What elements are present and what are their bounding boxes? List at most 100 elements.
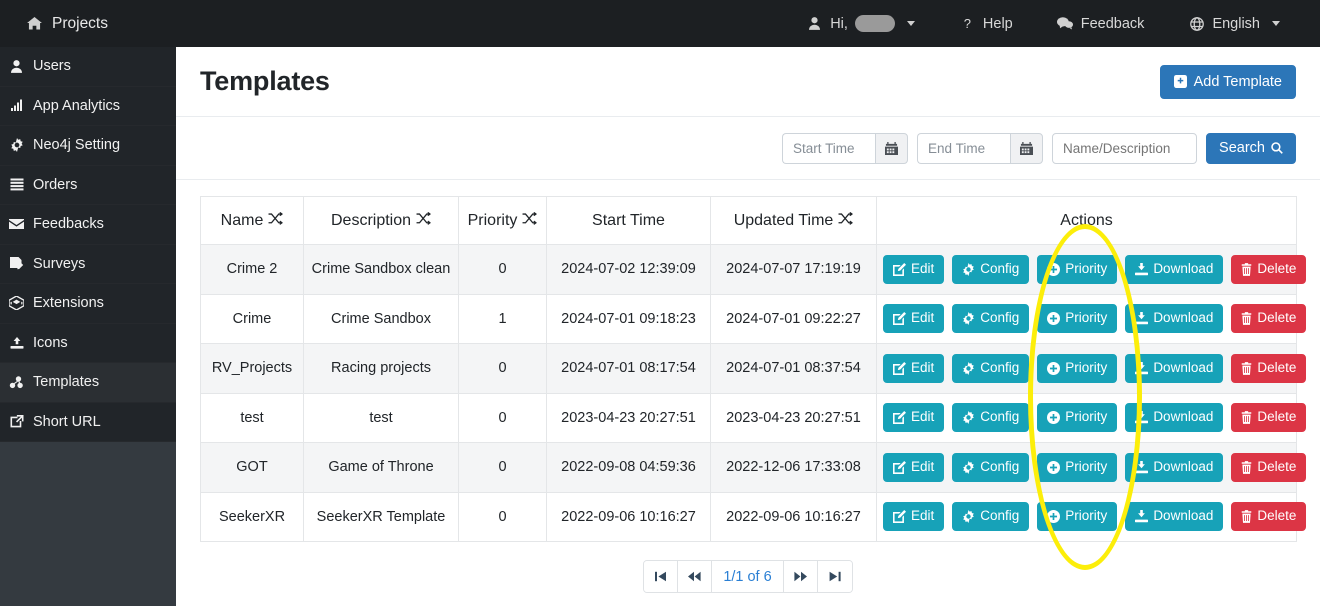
cell-updated-time: 2024-07-01 08:37:54 <box>711 344 877 394</box>
edit-button[interactable]: Edit <box>883 453 944 482</box>
start-time-input[interactable] <box>782 133 875 164</box>
templates-table: NameDescriptionPriorityStart TimeUpdated… <box>200 196 1297 542</box>
config-button[interactable]: Config <box>952 304 1029 333</box>
config-button[interactable]: Config <box>952 453 1029 482</box>
edit-button[interactable]: Edit <box>883 354 944 383</box>
priority-button[interactable]: Priority <box>1037 304 1117 333</box>
trash-icon <box>1241 362 1252 375</box>
search-button[interactable]: Search <box>1206 133 1296 164</box>
priority-button[interactable]: Priority <box>1037 453 1117 482</box>
edit-button-label: Edit <box>911 508 934 525</box>
download-button-label: Download <box>1153 261 1213 278</box>
brand-projects-link[interactable]: Projects <box>0 15 176 33</box>
list-icon <box>8 178 25 191</box>
column-header-label: Start Time <box>592 212 665 229</box>
delete-button[interactable]: Delete <box>1231 453 1306 482</box>
download-button[interactable]: Download <box>1125 502 1223 531</box>
shuffle-sort-icon[interactable] <box>268 212 283 228</box>
download-icon <box>1135 362 1148 375</box>
search-keyword-input[interactable] <box>1052 133 1197 164</box>
sidebar-menu: Users App Analytics Neo4j SettingOrdersFee… <box>0 47 176 442</box>
column-header-updated-time[interactable]: Updated Time <box>711 197 877 245</box>
edit-button[interactable]: Edit <box>883 403 944 432</box>
sidebar-item-feedbacks[interactable]: Feedbacks <box>0 205 176 245</box>
download-button-label: Download <box>1153 310 1213 327</box>
help-link[interactable]: ? Help <box>937 0 1035 47</box>
sidebar: Users App Analytics Neo4j SettingOrdersFee… <box>0 47 176 606</box>
config-button[interactable]: Config <box>952 255 1029 284</box>
column-header-priority[interactable]: Priority <box>459 197 547 245</box>
download-button-label: Download <box>1153 508 1213 525</box>
pagination-prev-button[interactable] <box>678 561 712 592</box>
sidebar-item-orders[interactable]: Orders <box>0 166 176 206</box>
delete-button[interactable]: Delete <box>1231 354 1306 383</box>
config-button[interactable]: Config <box>952 502 1029 531</box>
delete-button-label: Delete <box>1257 360 1296 377</box>
cell-actions: EditConfigPriorityDownloadDelete <box>877 492 1297 542</box>
chevron-down-icon <box>907 21 915 26</box>
delete-button[interactable]: Delete <box>1231 304 1306 333</box>
column-header-label: Updated Time <box>734 212 834 229</box>
table-row: SeekerXRSeekerXR Template02022-09-06 10:… <box>201 492 1297 542</box>
language-label: English <box>1212 16 1260 32</box>
priority-button[interactable]: Priority <box>1037 255 1117 284</box>
sidebar-item-label: App Analytics <box>33 98 120 114</box>
pagination-next-button[interactable] <box>784 561 818 592</box>
config-button-label: Config <box>980 261 1019 278</box>
end-time-group <box>917 133 1043 164</box>
shuffle-sort-icon[interactable] <box>522 212 537 228</box>
sidebar-item-icons[interactable]: Icons <box>0 324 176 364</box>
gear-icon <box>962 461 975 474</box>
shuffle-sort-icon[interactable] <box>416 212 431 228</box>
pagination-first-button[interactable] <box>644 561 678 592</box>
download-button[interactable]: Download <box>1125 403 1223 432</box>
priority-button[interactable]: Priority <box>1037 403 1117 432</box>
delete-button[interactable]: Delete <box>1231 403 1306 432</box>
sidebar-item-users[interactable]: Users <box>0 47 176 87</box>
edit-button[interactable]: Edit <box>883 502 944 531</box>
config-button-label: Config <box>980 459 1019 476</box>
calendar-icon[interactable] <box>875 133 908 164</box>
calendar-icon[interactable] <box>1010 133 1043 164</box>
priority-button[interactable]: Priority <box>1037 354 1117 383</box>
shuffle-sort-icon[interactable] <box>838 212 853 228</box>
end-time-input[interactable] <box>917 133 1010 164</box>
delete-button[interactable]: Delete <box>1231 255 1306 284</box>
download-button[interactable]: Download <box>1125 304 1223 333</box>
sidebar-item-neo4j-setting[interactable]: Neo4j Setting <box>0 126 176 166</box>
download-button[interactable]: Download <box>1125 255 1223 284</box>
sidebar-item-short-url[interactable]: Short URL <box>0 403 176 443</box>
priority-button[interactable]: Priority <box>1037 502 1117 531</box>
priority-button-label: Priority <box>1065 508 1107 525</box>
sidebar-item-app-analytics[interactable]: App Analytics <box>0 87 176 127</box>
feedback-link[interactable]: Feedback <box>1035 0 1167 47</box>
gear-icon <box>962 312 975 325</box>
download-button[interactable]: Download <box>1125 354 1223 383</box>
column-header-description[interactable]: Description <box>304 197 459 245</box>
sidebar-item-extensions[interactable]: Extensions <box>0 284 176 324</box>
edit-button[interactable]: Edit <box>883 255 944 284</box>
config-button[interactable]: Config <box>952 354 1029 383</box>
add-template-button[interactable]: Add Template <box>1160 65 1296 99</box>
question-mark-icon: ? <box>959 16 976 31</box>
cell-start-time: 2024-07-02 12:39:09 <box>547 245 711 295</box>
pagination-last-button[interactable] <box>818 561 852 592</box>
column-header-name[interactable]: Name <box>201 197 304 245</box>
user-icon <box>806 17 823 30</box>
config-button[interactable]: Config <box>952 403 1029 432</box>
add-template-label: Add Template <box>1194 74 1282 90</box>
download-button[interactable]: Download <box>1125 453 1223 482</box>
envelope-icon <box>8 218 25 230</box>
edit-button[interactable]: Edit <box>883 304 944 333</box>
user-menu[interactable]: Hi, <box>784 0 937 47</box>
pencil-square-icon <box>893 510 906 523</box>
sidebar-item-surveys[interactable]: Surveys <box>0 245 176 285</box>
main-content: Templates Add Template Search <box>176 47 1320 606</box>
cell-priority: 0 <box>459 393 547 443</box>
trash-icon <box>1241 312 1252 325</box>
plus-circle-icon <box>1047 263 1060 276</box>
language-selector[interactable]: English <box>1166 0 1302 47</box>
sidebar-item-templates[interactable]: Templates <box>0 363 176 403</box>
delete-button[interactable]: Delete <box>1231 502 1306 531</box>
cell-priority: 0 <box>459 492 547 542</box>
